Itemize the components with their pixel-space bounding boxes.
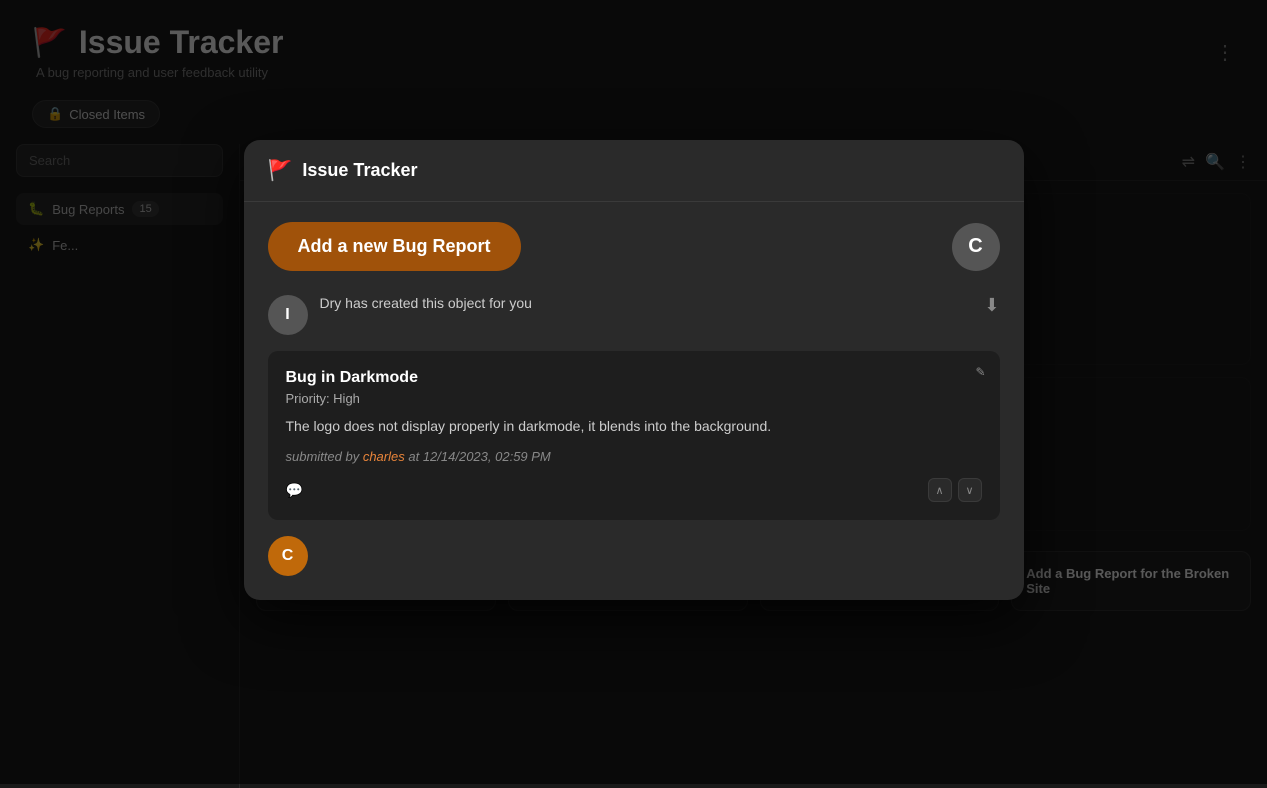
modal-body: Add a new Bug Report C I Dry has created… — [244, 202, 1024, 600]
modal: 🚩 Issue Tracker Add a new Bug Report C I… — [244, 140, 1024, 600]
bug-card-title: Bug in Darkmode — [286, 369, 982, 387]
message-content: Dry has created this object for you — [320, 295, 973, 313]
bug-card-submitted: submitted by charles at 12/14/2023, 02:5… — [286, 449, 982, 464]
message-row: I Dry has created this object for you ⬇ — [268, 295, 1000, 335]
bug-card-vote-down[interactable]: ∨ — [958, 478, 982, 502]
bug-card-vote-up[interactable]: ∧ — [928, 478, 952, 502]
bug-card-priority: Priority: High — [286, 391, 982, 406]
modal-top-bar: Add a new Bug Report C — [268, 222, 1000, 271]
second-message-row: C — [268, 536, 1000, 580]
message-text: Dry has created this object for you — [320, 295, 532, 311]
download-icon[interactable]: ⬇ — [984, 295, 999, 316]
bug-card: ✎ Bug in Darkmode Priority: High The log… — [268, 351, 1000, 520]
bug-card-author: charles — [363, 449, 405, 464]
modal-flag-icon: 🚩 — [268, 158, 293, 183]
add-bug-report-button[interactable]: Add a new Bug Report — [268, 222, 521, 271]
message-avatar: I — [268, 295, 308, 335]
bug-card-submitted-at: at 12/14/2023, 02:59 PM — [408, 449, 550, 464]
bug-card-actions: 💬 ∧ ∨ — [286, 478, 982, 502]
bug-card-desc: The logo does not display properly in da… — [286, 416, 982, 437]
bug-card-comment-icon[interactable]: 💬 — [286, 482, 303, 499]
modal-header: 🚩 Issue Tracker — [244, 140, 1024, 202]
bug-card-vote-buttons: ∧ ∨ — [928, 478, 982, 502]
bug-card-edit-icon[interactable]: ✎ — [975, 365, 985, 379]
modal-header-title: Issue Tracker — [302, 160, 417, 181]
second-message-avatar: C — [268, 536, 308, 576]
modal-user-avatar: C — [952, 223, 1000, 271]
